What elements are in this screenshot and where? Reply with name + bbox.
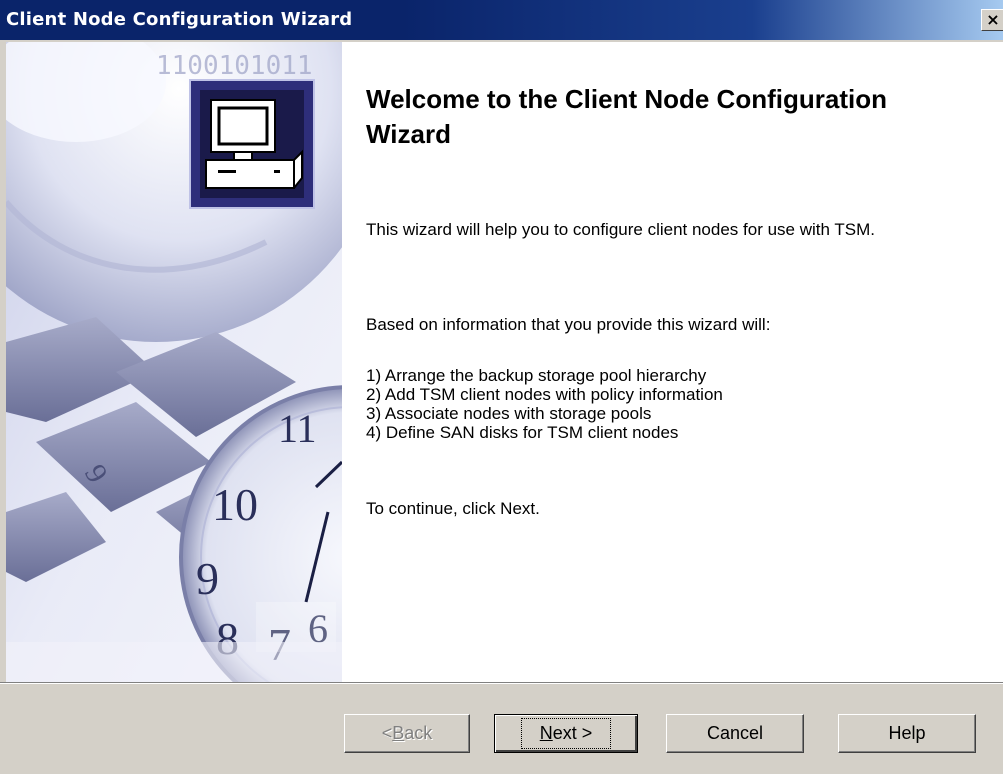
list-item: 2) Add TSM client nodes with policy info… (366, 385, 723, 404)
window-title: Client Node Configuration Wizard (6, 9, 353, 30)
wizard-heading: Welcome to the Client Node Configuration… (366, 84, 887, 149)
title-bar[interactable]: Client Node Configuration Wizard × (0, 0, 1003, 40)
separator-highlight (0, 683, 1003, 684)
wizard-window: Client Node Configuration Wizard × 11001… (0, 0, 1003, 774)
close-button[interactable]: × (981, 9, 1003, 31)
close-icon: × (986, 10, 1000, 29)
wizard-content-panel: Welcome to the Client Node Configuration… (342, 42, 1003, 682)
svg-text:11: 11 (278, 406, 317, 451)
based-on-text: Based on information that you provide th… (366, 315, 771, 334)
continue-text: To continue, click Next. (366, 499, 540, 518)
cancel-button[interactable]: Cancel (666, 714, 804, 753)
binary-text: 1100101011 (156, 51, 313, 81)
svg-text:10: 10 (212, 479, 258, 530)
list-item: 1) Arrange the backup storage pool hiera… (366, 366, 707, 385)
steps-list: 1) Arrange the backup storage pool hiera… (366, 366, 723, 442)
back-button[interactable]: < Back (344, 714, 470, 753)
wizard-banner-image: 1100101011 9 11 10 9 8 7 6 (6, 42, 342, 682)
list-item: 4) Define SAN disks for TSM client nodes (366, 423, 679, 442)
help-button[interactable]: Help (838, 714, 976, 753)
list-item: 3) Associate nodes with storage pools (366, 404, 652, 423)
next-button[interactable]: Next > (494, 714, 638, 753)
intro-text: This wizard will help you to configure c… (366, 220, 875, 239)
computer-icon (189, 79, 315, 209)
focus-rect: Next > (520, 718, 612, 749)
svg-text:9: 9 (196, 553, 219, 604)
